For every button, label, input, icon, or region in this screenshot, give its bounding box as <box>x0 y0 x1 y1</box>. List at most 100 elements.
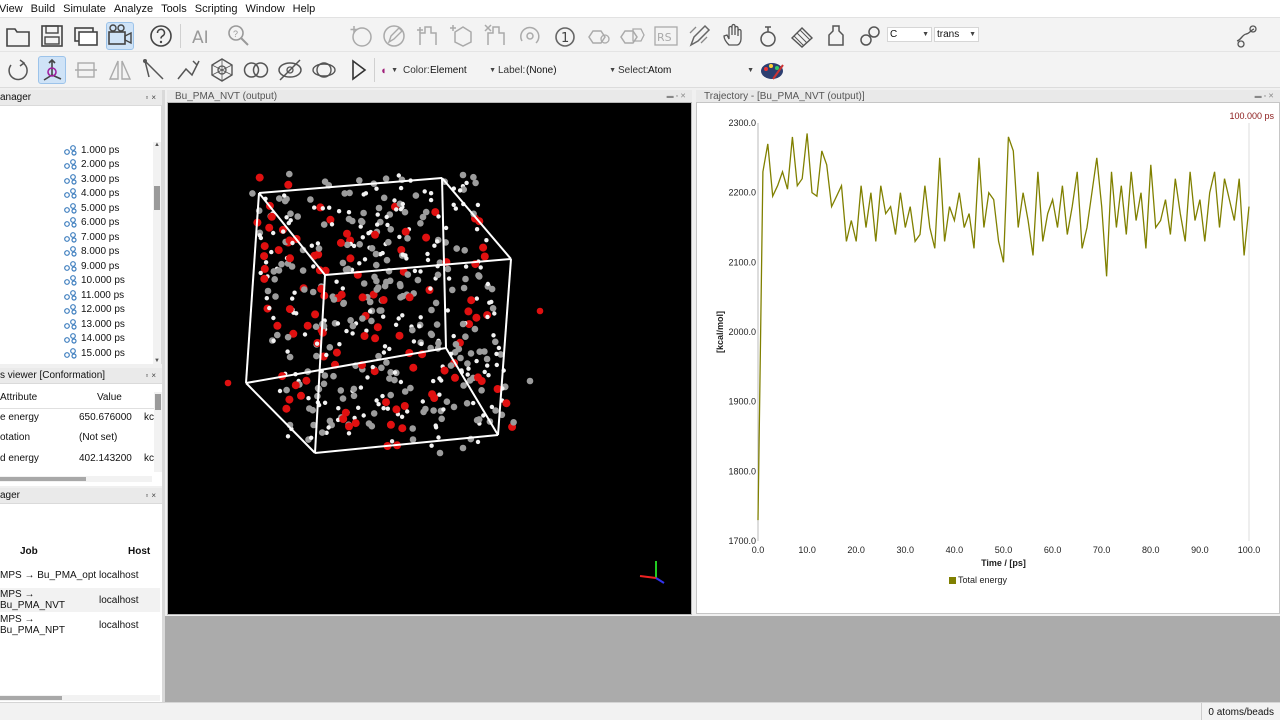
flask-icon[interactable] <box>754 22 782 50</box>
charge-icon[interactable] <box>584 22 612 50</box>
bottle-icon[interactable] <box>822 22 850 50</box>
tree-item-frame[interactable]: 15.000 ps <box>64 346 125 360</box>
tree-item-frame[interactable]: 3.000 ps <box>64 172 119 186</box>
scroll-down-icon[interactable]: ▼ <box>153 358 161 364</box>
scroll-thumb[interactable] <box>0 696 62 700</box>
tree-item-frame[interactable]: 8.000 ps <box>64 245 119 259</box>
prop-value[interactable]: (Not set) <box>79 432 117 443</box>
molecule-canvas[interactable] <box>168 103 691 614</box>
menu-tools[interactable]: Tools <box>157 3 191 15</box>
tree-item-frame[interactable]: 5.000 ps <box>64 201 119 215</box>
dock-splitter[interactable] <box>162 90 165 702</box>
job-row[interactable]: MPS → Bu_PMA_NVT localhost <box>0 588 160 612</box>
translate-icon[interactable] <box>72 56 100 84</box>
color-select[interactable]: Element ▼ <box>428 63 498 78</box>
movie-camera-icon[interactable] <box>106 22 134 50</box>
settings-wizard-icon[interactable] <box>1232 22 1260 50</box>
dock-buttons-icon[interactable]: ▫× <box>145 371 162 380</box>
select-atom-tool-icon[interactable] <box>38 56 66 84</box>
crystal-lattice-icon[interactable] <box>208 56 236 84</box>
tree-item-frame[interactable]: 1.000 ps <box>64 143 119 157</box>
tree-item-frame[interactable]: 9.000 ps <box>64 259 119 273</box>
tree-item-frame[interactable]: 14.000 ps <box>64 332 125 346</box>
select-mode-select[interactable]: Atom ▼ <box>646 63 756 78</box>
menu-help[interactable]: Help <box>289 3 320 15</box>
menu-simulate[interactable]: Simulate <box>59 3 110 15</box>
scroll-thumb[interactable] <box>155 394 161 410</box>
hand-grab-icon[interactable] <box>720 22 748 50</box>
menu-build[interactable]: Build <box>27 3 59 15</box>
window-controls-icon[interactable]: ▬▫✕ <box>667 92 692 100</box>
play-icon[interactable] <box>344 56 372 84</box>
color-picker-button[interactable]: ◖ ▼ <box>378 63 400 78</box>
scroll-thumb[interactable] <box>0 477 86 481</box>
add-chain-icon[interactable] <box>414 22 442 50</box>
orbit-icon[interactable] <box>310 56 338 84</box>
conformation-select[interactable]: trans ▼ <box>934 27 979 42</box>
tree-item-frame[interactable]: 7.000 ps <box>64 230 119 244</box>
menu-scripting[interactable]: Scripting <box>191 3 242 15</box>
props-scrollbar[interactable] <box>154 392 162 472</box>
atom <box>461 247 469 254</box>
viewer-title: Bu_PMA_NVT (output) <box>175 90 278 102</box>
props-hscrollbar[interactable] <box>0 476 152 482</box>
palette-icon[interactable] <box>758 56 786 84</box>
measure-angle-icon[interactable] <box>140 56 168 84</box>
hydrogen-icon[interactable] <box>618 22 646 50</box>
delete-fragment-icon[interactable] <box>482 22 510 50</box>
dock-buttons-icon[interactable]: ▫× <box>145 491 162 500</box>
tree-item-frame[interactable]: 10.000 ps <box>64 274 125 288</box>
double-ring-icon[interactable] <box>242 56 270 84</box>
bond-order-one-icon[interactable]: 1 <box>550 22 578 50</box>
molecule-viewer[interactable] <box>167 102 692 615</box>
screenshot-icon[interactable] <box>72 22 100 50</box>
jobs-hscrollbar[interactable] <box>0 695 160 701</box>
window-controls-icon[interactable]: ▬▫✕ <box>1255 92 1280 100</box>
tree-item-frame[interactable]: 13.000 ps <box>64 317 125 331</box>
measure-dihedral-icon[interactable] <box>174 56 202 84</box>
atom <box>445 308 450 313</box>
tree-item-frame[interactable]: 11.000 ps <box>64 288 124 302</box>
atom <box>399 414 405 419</box>
link-chain-icon[interactable] <box>856 22 884 50</box>
prop-value[interactable]: 402.143200 <box>79 453 132 464</box>
job-row[interactable]: MPS → Bu_PMA_opt localhost <box>0 563 160 587</box>
save-icon[interactable] <box>38 22 66 50</box>
rotate-bond-icon[interactable] <box>516 22 544 50</box>
atom <box>339 259 347 267</box>
job-row[interactable]: MPS → Bu_PMA_NPT localhost <box>0 613 160 637</box>
atom <box>425 257 431 263</box>
atom <box>428 191 434 196</box>
menu-view[interactable]: View <box>0 3 27 15</box>
tree-item-frame[interactable]: 12.000 ps <box>64 303 125 317</box>
color-label: Color: <box>403 65 430 76</box>
text-annotation-icon[interactable]: AI <box>189 22 217 50</box>
mirror-icon[interactable] <box>106 56 134 84</box>
menu-window[interactable]: Window <box>242 3 289 15</box>
open-folder-icon[interactable] <box>4 22 32 50</box>
atom <box>312 323 320 330</box>
atom <box>314 341 320 346</box>
add-ring-icon[interactable] <box>448 22 476 50</box>
scroll-up-icon[interactable]: ▲ <box>153 142 161 148</box>
prop-value[interactable]: 650.676000 <box>79 412 132 423</box>
chirality-rs-icon[interactable]: RS <box>652 22 680 50</box>
menu-analyze[interactable]: Analyze <box>110 3 157 15</box>
dock-buttons-icon[interactable]: ▫× <box>145 93 162 102</box>
scroll-thumb[interactable] <box>154 186 160 210</box>
element-select[interactable]: C ▼ <box>887 27 932 42</box>
tree-item-frame[interactable]: 4.000 ps <box>64 187 119 201</box>
edit-tool-icon[interactable] <box>686 22 714 50</box>
hide-icon[interactable] <box>276 56 304 84</box>
rotate-view-icon[interactable] <box>4 56 32 84</box>
tree-item-frame[interactable]: 2.000 ps <box>64 158 119 172</box>
add-fragment-icon[interactable] <box>347 22 375 50</box>
atom <box>303 321 312 330</box>
label-select[interactable]: (None) ▼ <box>524 63 618 78</box>
sketch-pencil-icon[interactable] <box>380 22 408 50</box>
search-help-icon[interactable]: ? <box>224 22 252 50</box>
help-icon[interactable] <box>147 22 175 50</box>
polymer-build-icon[interactable] <box>788 22 816 50</box>
tree-item-frame[interactable]: 6.000 ps <box>64 216 119 230</box>
tree-scrollbar[interactable]: ▲ ▼ <box>153 142 161 364</box>
